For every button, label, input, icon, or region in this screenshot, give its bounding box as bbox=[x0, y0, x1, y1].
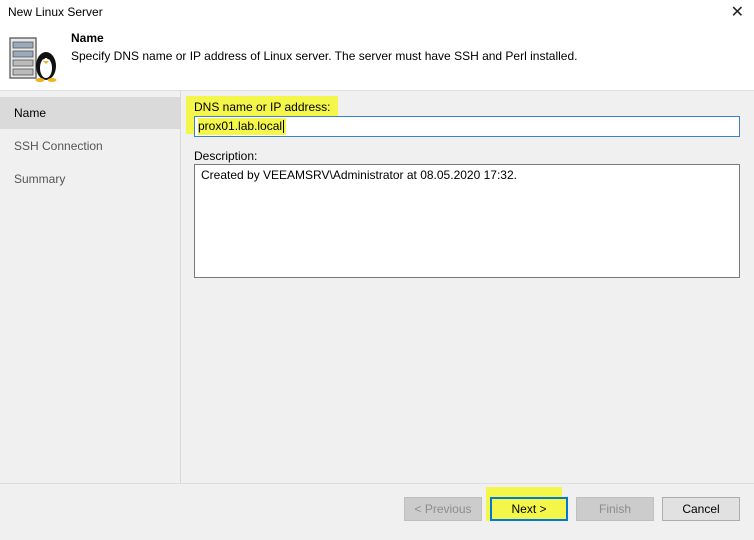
description-value: Created by VEEAMSRV\Administrator at 08.… bbox=[201, 168, 517, 182]
page-description: Specify DNS name or IP address of Linux … bbox=[71, 49, 578, 63]
description-label: Description: bbox=[194, 149, 258, 163]
page-title: Name bbox=[71, 31, 104, 45]
text-caret bbox=[283, 120, 285, 134]
finish-button[interactable]: Finish bbox=[576, 497, 654, 521]
wizard-header: Name Specify DNS name or IP address of L… bbox=[0, 26, 754, 90]
dns-label: DNS name or IP address: bbox=[194, 100, 331, 114]
window-title: New Linux Server bbox=[8, 5, 103, 19]
sidebar-item-ssh-connection[interactable]: SSH Connection bbox=[0, 130, 180, 162]
dns-name-value: prox01.lab.local bbox=[198, 118, 287, 135]
title-bar: New Linux Server ✕ bbox=[0, 0, 754, 26]
cancel-button[interactable]: Cancel bbox=[662, 497, 740, 521]
description-textarea[interactable]: Created by VEEAMSRV\Administrator at 08.… bbox=[194, 164, 740, 278]
previous-button[interactable]: < Previous bbox=[404, 497, 482, 521]
dns-name-input[interactable]: prox01.lab.local bbox=[194, 116, 740, 137]
next-button[interactable]: Next > bbox=[490, 497, 568, 521]
linux-server-icon bbox=[9, 37, 57, 82]
main-panel bbox=[181, 91, 754, 483]
wizard-steps-sidebar: Name SSH Connection Summary bbox=[0, 91, 181, 483]
sidebar-item-name[interactable]: Name bbox=[0, 97, 180, 129]
sidebar-item-summary[interactable]: Summary bbox=[0, 163, 180, 195]
close-icon[interactable]: ✕ bbox=[731, 2, 744, 22]
